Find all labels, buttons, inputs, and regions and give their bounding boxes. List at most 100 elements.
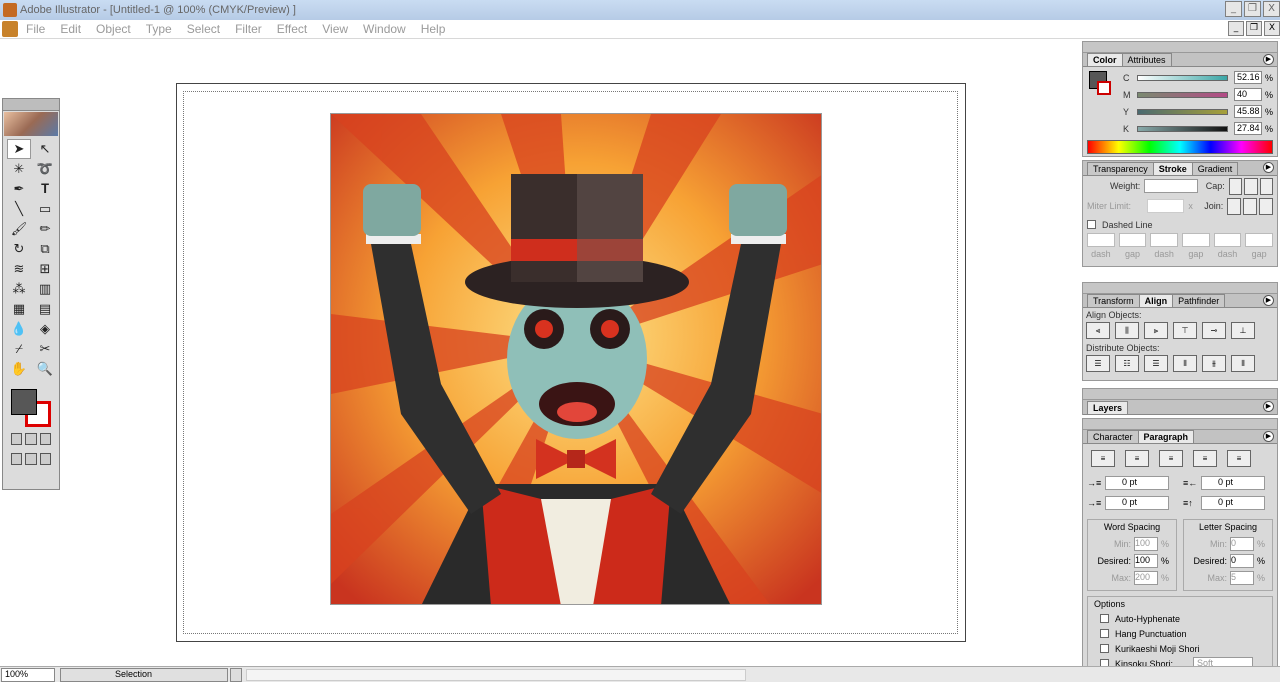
dashed-line-checkbox[interactable]	[1087, 220, 1096, 229]
justify-all-text-button[interactable]: ≡	[1227, 450, 1251, 467]
color-panel-header[interactable]	[1083, 42, 1277, 53]
scissors-tool-icon[interactable]: ✂	[33, 339, 57, 359]
magenta-slider[interactable]	[1137, 91, 1228, 98]
standard-screen-mode-icon[interactable]	[11, 453, 23, 465]
word-spacing-min-field[interactable]: 100	[1134, 536, 1158, 551]
dash-field-3[interactable]	[1213, 233, 1242, 247]
eyedropper-tool-icon[interactable]: 💧	[7, 319, 31, 339]
tab-transparency[interactable]: Transparency	[1087, 162, 1154, 175]
letter-spacing-desired-field[interactable]: 0	[1230, 553, 1254, 568]
rectangle-tool-icon[interactable]: ▭	[33, 199, 57, 219]
auto-hyphenate-checkbox[interactable]	[1100, 614, 1109, 623]
paragraph-panel-menu-icon[interactable]: ▶	[1263, 431, 1274, 442]
doc-restore-button[interactable]: ❐	[1246, 21, 1262, 36]
menu-edit[interactable]: Edit	[60, 22, 81, 36]
layers-panel-menu-icon[interactable]: ▶	[1263, 401, 1274, 412]
distribute-hcenter-button[interactable]: ⫵	[1202, 355, 1226, 372]
menu-help[interactable]: Help	[421, 22, 446, 36]
panel-menu-icon[interactable]: ▶	[1263, 54, 1274, 65]
tab-color[interactable]: Color	[1087, 53, 1123, 66]
align-panel-header[interactable]	[1083, 283, 1277, 294]
menu-file[interactable]: File	[26, 22, 45, 36]
projecting-cap-button[interactable]	[1259, 177, 1273, 195]
pen-tool-icon[interactable]: ✒	[7, 179, 31, 199]
magenta-value[interactable]: 40	[1233, 88, 1262, 101]
full-screen-menu-mode-icon[interactable]	[25, 453, 37, 465]
gradient-tool-icon[interactable]: ▤	[33, 299, 57, 319]
type-tool-icon[interactable]: 𝐓	[33, 179, 57, 199]
align-panel-menu-icon[interactable]: ▶	[1263, 295, 1274, 306]
menu-type[interactable]: Type	[146, 22, 172, 36]
yellow-slider[interactable]	[1137, 108, 1228, 115]
align-top-button[interactable]: ⊤	[1173, 322, 1197, 339]
toolbox-title-bar[interactable]	[3, 99, 59, 111]
magic-wand-tool-icon[interactable]: ✳	[7, 159, 31, 179]
tab-gradient[interactable]: Gradient	[1191, 162, 1239, 175]
distribute-vcenter-button[interactable]: ☷	[1115, 355, 1139, 372]
rotate-tool-icon[interactable]: ↻	[7, 239, 31, 259]
gap-field-3[interactable]	[1245, 233, 1274, 247]
align-right-button[interactable]: ⫸	[1144, 322, 1168, 339]
dash-field-2[interactable]	[1150, 233, 1179, 247]
align-left-button[interactable]: ⫷	[1086, 322, 1110, 339]
align-bottom-button[interactable]: ⊥	[1231, 322, 1255, 339]
doc-minimize-button[interactable]: _	[1228, 21, 1244, 36]
cyan-value[interactable]: 52.16	[1233, 71, 1262, 84]
status-mode-select[interactable]: Selection	[60, 667, 228, 682]
gap-field-2[interactable]	[1182, 233, 1210, 247]
tab-attributes[interactable]: Attributes	[1121, 53, 1172, 66]
distribute-bottom-button[interactable]: ☰	[1144, 355, 1168, 372]
doc-close-button[interactable]: X	[1264, 21, 1280, 36]
tab-pathfinder[interactable]: Pathfinder	[1172, 294, 1226, 307]
zoom-tool-icon[interactable]: 🔍	[33, 359, 57, 379]
free-transform-tool-icon[interactable]: ⊞	[33, 259, 57, 279]
first-line-indent-field[interactable]: 0 pt	[1105, 496, 1169, 510]
close-button[interactable]: X	[1263, 1, 1280, 17]
bevel-join-button[interactable]	[1259, 197, 1274, 215]
tab-stroke[interactable]: Stroke	[1152, 162, 1193, 175]
skeleton-artwork[interactable]	[330, 113, 822, 605]
restore-button[interactable]: ❐	[1244, 1, 1261, 17]
tab-character[interactable]: Character	[1087, 430, 1139, 443]
word-spacing-max-field[interactable]: 200	[1134, 570, 1158, 585]
tab-transform[interactable]: Transform	[1087, 294, 1140, 307]
minimize-button[interactable]: _	[1225, 1, 1242, 17]
cyan-slider[interactable]	[1137, 74, 1228, 81]
hang-punctuation-checkbox[interactable]	[1100, 629, 1109, 638]
horizontal-scrollbar[interactable]	[246, 668, 746, 681]
word-spacing-desired-field[interactable]: 100	[1134, 553, 1158, 568]
butt-cap-button[interactable]	[1228, 177, 1243, 195]
round-join-button[interactable]	[1243, 197, 1258, 215]
menu-effect[interactable]: Effect	[277, 22, 307, 36]
menu-window[interactable]: Window	[363, 22, 406, 36]
lasso-tool-icon[interactable]: ➰	[33, 159, 57, 179]
miter-limit-field[interactable]	[1146, 199, 1185, 213]
align-center-text-button[interactable]: ≡	[1125, 450, 1149, 467]
weight-field[interactable]	[1144, 179, 1198, 193]
line-segment-tool-icon[interactable]: ╲	[7, 199, 31, 219]
paragraph-panel-header[interactable]	[1083, 419, 1277, 430]
align-hcenter-button[interactable]: ⫼	[1115, 322, 1139, 339]
align-right-text-button[interactable]: ≡	[1159, 450, 1183, 467]
mesh-tool-icon[interactable]: ▦	[7, 299, 31, 319]
fill-swatch[interactable]	[11, 389, 37, 415]
letter-spacing-min-field[interactable]: 0	[1230, 536, 1254, 551]
menu-object[interactable]: Object	[96, 22, 131, 36]
menu-select[interactable]: Select	[187, 22, 220, 36]
color-mode-icon[interactable]	[11, 433, 23, 445]
left-indent-field[interactable]: 0 pt	[1105, 476, 1169, 490]
gap-field-1[interactable]	[1118, 233, 1147, 247]
paintbrush-tool-icon[interactable]: 🖌	[7, 219, 31, 239]
right-indent-field[interactable]: 0 pt	[1201, 476, 1265, 490]
distribute-right-button[interactable]: ⫴	[1231, 355, 1255, 372]
graph-tool-icon[interactable]: ▥	[33, 279, 57, 299]
pencil-tool-icon[interactable]: ✏	[33, 219, 57, 239]
kurikaeshi-checkbox[interactable]	[1100, 644, 1109, 653]
tab-paragraph[interactable]: Paragraph	[1137, 430, 1195, 443]
hand-tool-icon[interactable]: ✋	[7, 359, 31, 379]
distribute-left-button[interactable]: ⫴	[1173, 355, 1197, 372]
miter-join-button[interactable]	[1227, 197, 1242, 215]
color-spectrum-bar[interactable]	[1087, 140, 1273, 154]
layers-panel-header[interactable]	[1083, 389, 1277, 400]
dash-field-1[interactable]	[1087, 233, 1115, 247]
